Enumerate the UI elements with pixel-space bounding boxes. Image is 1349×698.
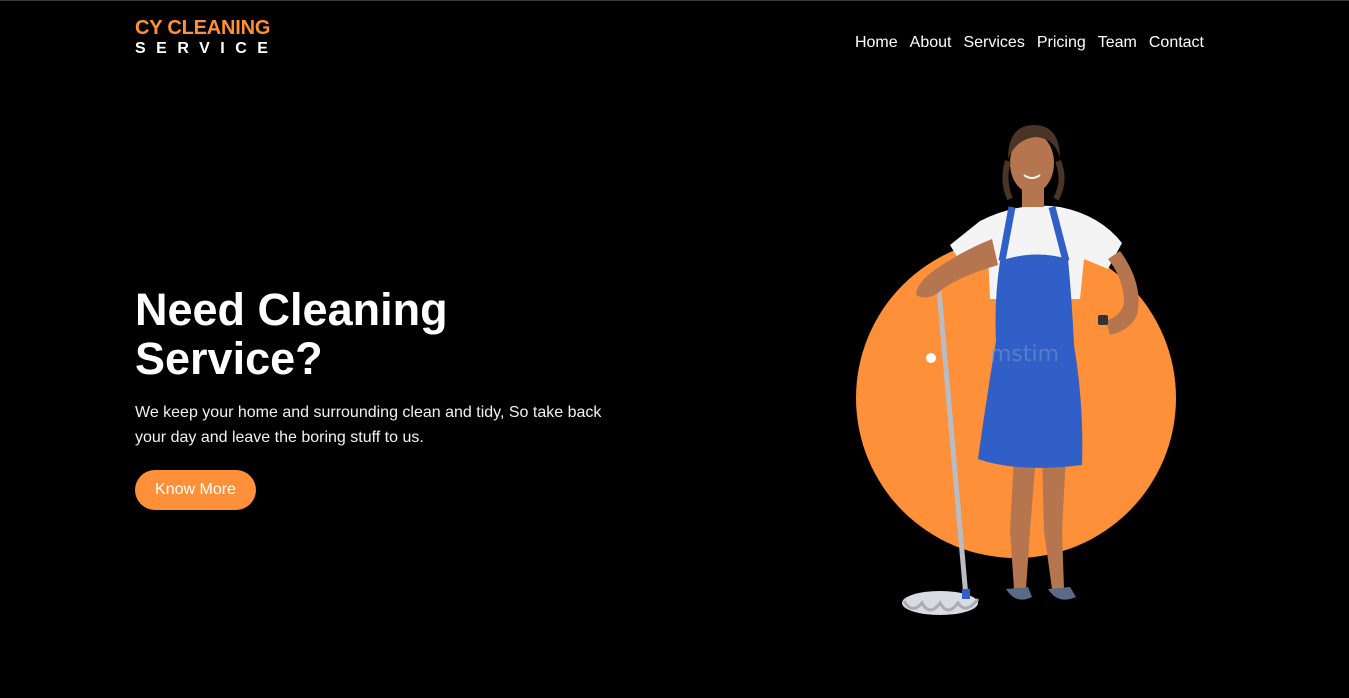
watermark: mstim — [990, 342, 1059, 367]
wristwatch — [1098, 315, 1108, 325]
hero-title: Need Cleaning Service? — [135, 284, 448, 384]
brand-name-bottom: SERVICE — [135, 40, 279, 57]
cleaner-illustration: mstim — [856, 125, 1176, 615]
brand-name-top: CY CLEANING — [135, 17, 271, 39]
page: CY CLEANING SERVICE Home About Services … — [0, 0, 1349, 698]
nav-link-services[interactable]: Services — [963, 33, 1024, 53]
brand-logo[interactable]: CY CLEANING SERVICE — [135, 17, 278, 59]
right-leg — [1042, 455, 1066, 589]
hero-description: We keep your home and surrounding clean … — [135, 404, 602, 446]
decor-dot — [926, 353, 936, 363]
main-nav: Home About Services Pricing Team Contact — [855, 33, 1204, 53]
left-shoe — [1006, 587, 1032, 600]
nav-link-team[interactable]: Team — [1098, 33, 1137, 53]
right-shoe — [1048, 587, 1076, 600]
know-more-button[interactable]: Know More — [135, 470, 256, 510]
nav-link-home[interactable]: Home — [855, 33, 898, 53]
mop-head — [902, 589, 980, 615]
nav-link-about[interactable]: About — [910, 33, 952, 53]
hero-illustration: mstim — [830, 111, 1200, 641]
nav-link-contact[interactable]: Contact — [1149, 33, 1204, 53]
nav-link-pricing[interactable]: Pricing — [1037, 33, 1086, 53]
